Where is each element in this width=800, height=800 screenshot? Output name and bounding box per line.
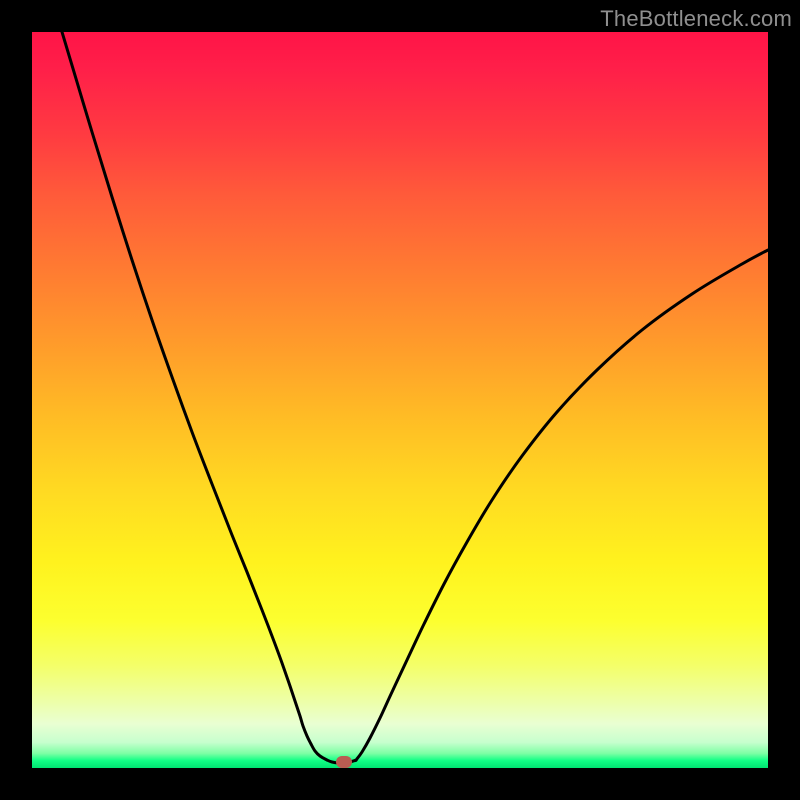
chart-frame: TheBottleneck.com <box>0 0 800 800</box>
plot-area <box>32 32 768 768</box>
watermark-text: TheBottleneck.com <box>600 6 792 32</box>
curve-svg <box>32 32 768 768</box>
min-point-marker <box>336 756 352 768</box>
bottleneck-curve <box>62 32 768 763</box>
